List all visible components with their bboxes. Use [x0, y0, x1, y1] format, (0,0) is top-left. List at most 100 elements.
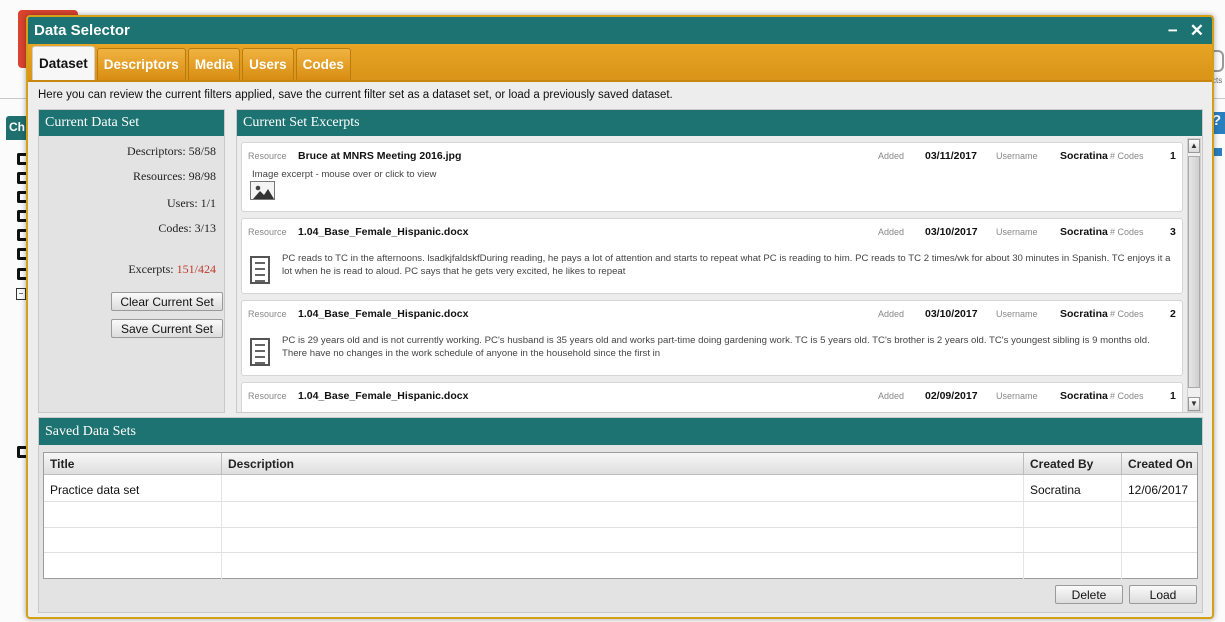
stat-label: Descriptors:: [127, 144, 186, 158]
resource-label: Resource: [248, 309, 287, 319]
added-date: 03/10/2017: [925, 308, 978, 320]
tab-users[interactable]: Users: [242, 48, 294, 80]
table-cell-created-on: 12/06/2017: [1128, 483, 1189, 497]
stat-users: Users: 1/1: [167, 196, 216, 211]
column-header-created-on[interactable]: Created On: [1122, 453, 1197, 475]
codes-label: # Codes: [1110, 309, 1144, 319]
excerpt-text: PC is 29 years old and is not currently …: [282, 335, 1150, 359]
tab-media[interactable]: Media: [187, 48, 241, 80]
excerpt-card[interactable]: Resource 1.04_Base_Female_Hispanic.docx …: [241, 382, 1183, 412]
background-checkbox-icon: [17, 191, 26, 203]
image-icon[interactable]: [250, 181, 275, 200]
current-data-set-heading: Current Data Set: [39, 110, 224, 136]
document-icon[interactable]: [250, 256, 270, 284]
table-cell-title[interactable]: Practice data set: [50, 483, 139, 497]
excerpt-card[interactable]: Resource 1.04_Base_Female_Hispanic.docx …: [241, 300, 1183, 376]
background-expand-icon: −: [16, 288, 26, 300]
added-label: Added: [878, 309, 905, 319]
stat-value: 98/98: [188, 169, 216, 183]
stat-codes: Codes: 3/13: [158, 221, 216, 236]
resource-name: 1.04_Base_Female_Hispanic.docx: [298, 226, 469, 238]
tab-dataset[interactable]: Dataset: [32, 46, 95, 80]
excerpts-heading: Current Set Excerpts: [237, 110, 1202, 136]
username-value: Socratina: [1060, 226, 1108, 238]
added-date: 03/10/2017: [925, 226, 978, 238]
scroll-up-icon[interactable]: ▲: [1188, 139, 1200, 153]
intro-text: Here you can review the current filters …: [38, 89, 673, 101]
excerpt-list: Resource Bruce at MNRS Meeting 2016.jpg …: [239, 138, 1185, 412]
save-current-set-button[interactable]: Save Current Set: [111, 319, 223, 338]
row-divider: [44, 501, 1197, 502]
excerpt-text: Image excerpt - mouse over or click to v…: [252, 169, 437, 180]
clear-current-set-button[interactable]: Clear Current Set: [111, 292, 223, 311]
stat-descriptors: Descriptors: 58/58: [127, 144, 216, 159]
excerpt-text: PC reads to TC in the afternoons. lsadkj…: [282, 253, 1171, 277]
scroll-down-icon[interactable]: ▼: [1188, 397, 1200, 411]
current-data-set-panel: Current Data Set Descriptors: 58/58 Reso…: [38, 109, 225, 413]
current-set-excerpts-panel: Current Set Excerpts Resource Bruce at M…: [236, 109, 1203, 413]
username-label: Username: [996, 309, 1038, 319]
added-date: 02/09/2017: [925, 390, 978, 402]
codes-label: # Codes: [1110, 227, 1144, 237]
stat-value: 151/424: [176, 262, 216, 276]
excerpt-card[interactable]: Resource 1.04_Base_Female_Hispanic.docx …: [241, 218, 1183, 294]
tab-codes[interactable]: Codes: [295, 48, 351, 80]
background-checkbox-icon: [17, 446, 26, 458]
stat-label: Excerpts:: [128, 262, 174, 276]
codes-label: # Codes: [1110, 391, 1144, 401]
codes-count: 1: [1170, 390, 1176, 402]
saved-data-sets-panel: Saved Data Sets Title Description Create…: [38, 417, 1203, 613]
stat-value: 3/13: [194, 221, 216, 235]
app-background: Ch ? cts − Data Selector − ✕ Dataset Des…: [0, 0, 1225, 622]
row-divider: [44, 552, 1197, 553]
document-icon[interactable]: [250, 338, 270, 366]
column-header-title[interactable]: Title: [44, 453, 222, 475]
resource-label: Resource: [248, 151, 287, 161]
resource-name: Bruce at MNRS Meeting 2016.jpg: [298, 150, 462, 162]
username-label: Username: [996, 227, 1038, 237]
codes-count: 2: [1170, 308, 1176, 320]
scroll-thumb[interactable]: [1188, 156, 1200, 388]
username-value: Socratina: [1060, 308, 1108, 320]
stat-excerpts: Excerpts: 151/424: [128, 262, 216, 277]
username-value: Socratina: [1060, 390, 1108, 402]
saved-data-sets-heading: Saved Data Sets: [39, 418, 1202, 445]
stat-label: Codes:: [158, 221, 192, 235]
codes-count: 1: [1170, 150, 1176, 162]
load-button[interactable]: Load: [1129, 585, 1197, 604]
stat-value: 58/58: [188, 144, 216, 158]
username-label: Username: [996, 391, 1038, 401]
column-header-created-by[interactable]: Created By: [1024, 453, 1122, 475]
column-header-description[interactable]: Description: [222, 453, 1024, 475]
data-selector-dialog: Data Selector − ✕ Dataset Descriptors Me…: [26, 15, 1214, 619]
delete-button[interactable]: Delete: [1055, 585, 1123, 604]
username-value: Socratina: [1060, 150, 1108, 162]
stat-label: Users:: [166, 196, 198, 210]
username-label: Username: [996, 151, 1038, 161]
resource-name: 1.04_Base_Female_Hispanic.docx: [298, 308, 469, 320]
added-label: Added: [878, 227, 905, 237]
background-checkbox-icon: [17, 153, 26, 165]
resource-label: Resource: [248, 227, 287, 237]
row-divider: [44, 527, 1197, 528]
codes-label: # Codes: [1110, 151, 1144, 161]
added-label: Added: [878, 391, 905, 401]
dialog-title: Data Selector: [34, 22, 130, 39]
saved-data-sets-table: Title Description Created By Created On …: [43, 452, 1198, 579]
added-label: Added: [878, 151, 905, 161]
background-checkbox-icon: [17, 172, 26, 184]
background-checkbox-icon: [17, 248, 26, 260]
tab-descriptors[interactable]: Descriptors: [96, 48, 186, 80]
resource-label: Resource: [248, 391, 287, 401]
close-icon[interactable]: ✕: [1190, 21, 1204, 41]
minimize-icon[interactable]: −: [1168, 21, 1178, 41]
added-date: 03/11/2017: [925, 150, 977, 162]
excerpt-scrollbar[interactable]: ▲ ▼: [1187, 138, 1201, 412]
stat-resources: Resources: 98/98: [133, 169, 216, 184]
tab-bar: Dataset Descriptors Media Users Codes: [28, 44, 1212, 82]
stat-value: 1/1: [200, 196, 216, 210]
excerpt-card[interactable]: Resource Bruce at MNRS Meeting 2016.jpg …: [241, 142, 1183, 212]
dialog-titlebar[interactable]: Data Selector − ✕: [28, 17, 1212, 44]
background-checkbox-icon: [17, 229, 26, 241]
table-cell-created-by: Socratina: [1030, 483, 1081, 497]
